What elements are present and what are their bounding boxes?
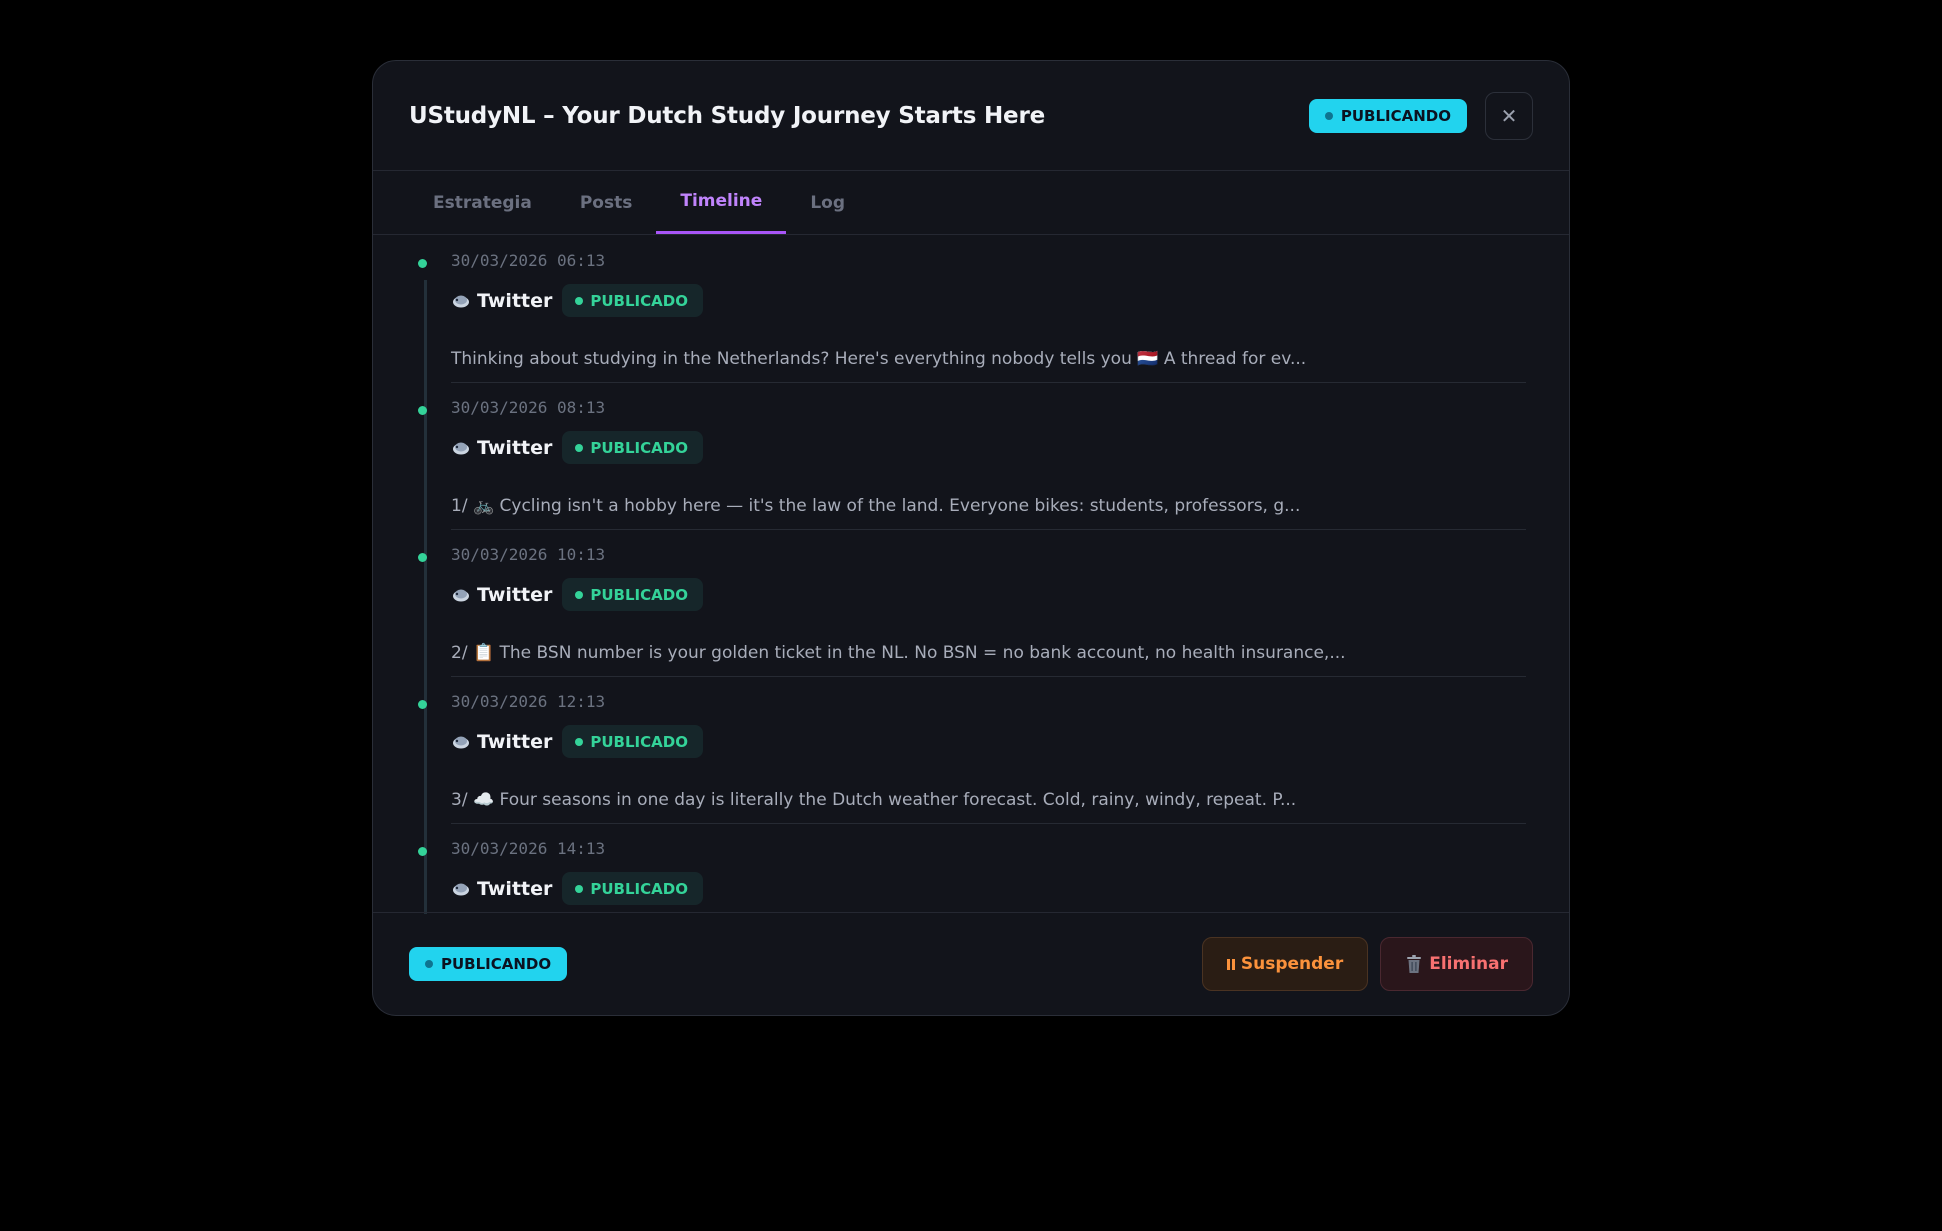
modal-header: UStudyNL – Your Dutch Study Journey Star… [373, 61, 1569, 171]
timeline-bullet-icon [418, 406, 427, 415]
delete-button[interactable]: Eliminar [1380, 937, 1533, 991]
timeline-bullet-icon [418, 259, 427, 268]
bird-icon [453, 295, 469, 307]
modal-footer: PUBLICANDO Suspender Eliminar [373, 912, 1569, 1015]
entry-header: Twitter PUBLICADO [451, 284, 703, 317]
bird-icon [453, 883, 469, 895]
entry-header: Twitter PUBLICADO [451, 578, 703, 611]
bird-icon [453, 736, 469, 748]
status-badge-label: PUBLICANDO [1340, 106, 1451, 125]
timeline-entry[interactable]: 30/03/2026 06:13 Twitter PUBLICADO Think… [418, 236, 1526, 383]
tab-bar: Estrategia Posts Timeline Log [373, 171, 1569, 235]
entry-text: 3/ ☁️ Four seasons in one day is literal… [451, 790, 1297, 810]
footer-status-badge: PUBLICANDO [409, 947, 568, 981]
platform-name: Twitter [477, 730, 553, 753]
timeline-entry[interactable]: 30/03/2026 10:13 Twitter PUBLICADO 2/ 📋 … [418, 530, 1526, 677]
timeline-entry[interactable]: 30/03/2026 08:13 Twitter PUBLICADO 1/ 🚲 … [418, 383, 1526, 530]
entry-text: 1/ 🚲 Cycling isn't a hobby here — it's t… [451, 496, 1301, 516]
timeline-bullet-icon [418, 847, 427, 856]
platform-name: Twitter [477, 583, 553, 606]
timeline-entry[interactable]: 30/03/2026 12:13 Twitter PUBLICADO 3/ ☁️… [418, 677, 1526, 824]
tab-log[interactable]: Log [786, 171, 869, 234]
status-dot-icon [575, 884, 584, 893]
trash-icon [1407, 955, 1422, 973]
entry-time: 30/03/2026 06:13 [451, 251, 606, 270]
suspend-button-label: Suspender [1240, 954, 1344, 974]
tab-posts[interactable]: Posts [556, 171, 657, 234]
entry-header: Twitter PUBLICADO [451, 872, 703, 905]
bird-icon [453, 442, 469, 454]
status-dot-icon [575, 590, 584, 599]
close-icon: ✕ [1500, 103, 1518, 128]
timeline-bullet-icon [418, 553, 427, 562]
entry-text: Thinking about studying in the Netherlan… [451, 349, 1307, 369]
published-badge-label: PUBLICADO [590, 291, 688, 310]
status-dot-icon [1324, 111, 1333, 120]
pause-icon [1226, 958, 1235, 970]
published-badge: PUBLICADO [562, 284, 703, 317]
entry-time: 30/03/2026 10:13 [451, 545, 606, 564]
status-dot-icon [425, 960, 433, 968]
entry-time: 30/03/2026 08:13 [451, 398, 606, 417]
published-badge-label: PUBLICADO [590, 732, 688, 751]
timeline-bullet-icon [418, 700, 427, 709]
footer-status-label: PUBLICANDO [441, 955, 552, 973]
timeline-entry[interactable]: 30/03/2026 14:13 Twitter PUBLICADO [418, 824, 1526, 914]
close-button[interactable]: ✕ [1485, 91, 1533, 140]
delete-button-label: Eliminar [1429, 954, 1508, 974]
tab-label: Estrategia [433, 192, 532, 213]
suspend-button[interactable]: Suspender [1201, 937, 1369, 991]
status-dot-icon [575, 737, 584, 746]
entry-header: Twitter PUBLICADO [451, 431, 703, 464]
published-badge: PUBLICADO [562, 872, 703, 905]
tab-timeline[interactable]: Timeline [656, 171, 787, 234]
bird-icon [453, 589, 469, 601]
modal-title: UStudyNL – Your Dutch Study Journey Star… [409, 102, 1045, 129]
entry-time: 30/03/2026 14:13 [451, 839, 606, 858]
published-badge-label: PUBLICADO [590, 585, 688, 604]
status-dot-icon [575, 296, 584, 305]
platform-name: Twitter [477, 289, 553, 312]
platform-name: Twitter [477, 877, 553, 900]
published-badge: PUBLICADO [562, 725, 703, 758]
entry-time: 30/03/2026 12:13 [451, 692, 606, 711]
published-badge: PUBLICADO [562, 578, 703, 611]
status-dot-icon [575, 443, 584, 452]
tab-label: Posts [579, 192, 633, 213]
entry-header: Twitter PUBLICADO [451, 725, 703, 758]
timeline-list[interactable]: 30/03/2026 06:13 Twitter PUBLICADO Think… [373, 236, 1569, 914]
published-badge-label: PUBLICADO [590, 879, 688, 898]
tab-label: Timeline [680, 191, 763, 211]
campaign-modal: UStudyNL – Your Dutch Study Journey Star… [372, 60, 1570, 1016]
platform-name: Twitter [477, 436, 553, 459]
tab-label: Log [810, 192, 846, 213]
published-badge-label: PUBLICADO [590, 438, 688, 457]
status-badge: PUBLICANDO [1308, 98, 1467, 133]
tab-estrategia[interactable]: Estrategia [409, 171, 556, 234]
published-badge: PUBLICADO [562, 431, 703, 464]
timeline-line [424, 280, 427, 914]
entry-text: 2/ 📋 The BSN number is your golden ticke… [451, 643, 1346, 663]
